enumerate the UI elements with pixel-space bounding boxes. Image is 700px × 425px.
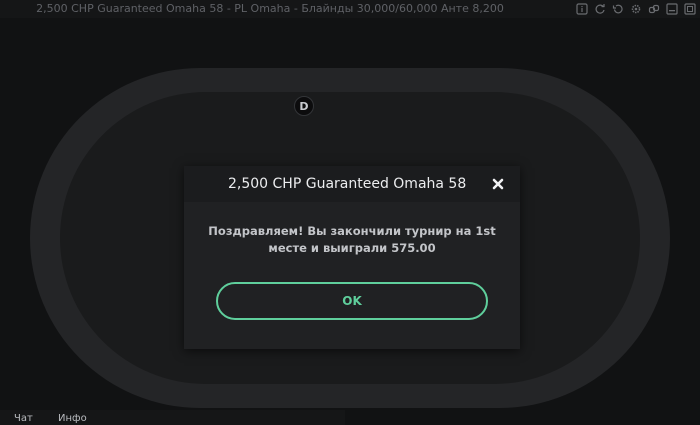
tournament-result-dialog: 2,500 CHP Guaranteed Omaha 58 Поздравляе… (184, 166, 520, 349)
history-icon[interactable] (611, 2, 624, 15)
title-bar-icons (575, 2, 696, 15)
close-icon[interactable] (491, 177, 505, 191)
maximize-icon[interactable] (683, 2, 696, 15)
ok-button[interactable]: OK (216, 282, 488, 320)
settings-icon[interactable] (629, 2, 642, 15)
poker-table-window: 2,500 CHP Guaranteed Omaha 58 - PL Omaha… (0, 0, 700, 425)
title-bar: 2,500 CHP Guaranteed Omaha 58 - PL Omaha… (0, 0, 700, 18)
tab-info[interactable]: Инфо (58, 413, 87, 424)
dealer-button: D (294, 96, 314, 116)
bottom-tab-bar: Чат Инфо (0, 410, 345, 425)
tab-chat[interactable]: Чат (14, 413, 33, 424)
minimize-icon[interactable] (665, 2, 678, 15)
refresh-icon[interactable] (593, 2, 606, 15)
dialog-title: 2,500 CHP Guaranteed Omaha 58 (228, 176, 467, 192)
window-title: 2,500 CHP Guaranteed Omaha 58 - PL Omaha… (36, 2, 504, 15)
dialog-header: 2,500 CHP Guaranteed Omaha 58 (184, 166, 520, 202)
dialog-message: Поздравляем! Вы закончили турнир на 1st … (208, 224, 496, 255)
link-icon[interactable] (647, 2, 660, 15)
info-icon[interactable] (575, 2, 588, 15)
